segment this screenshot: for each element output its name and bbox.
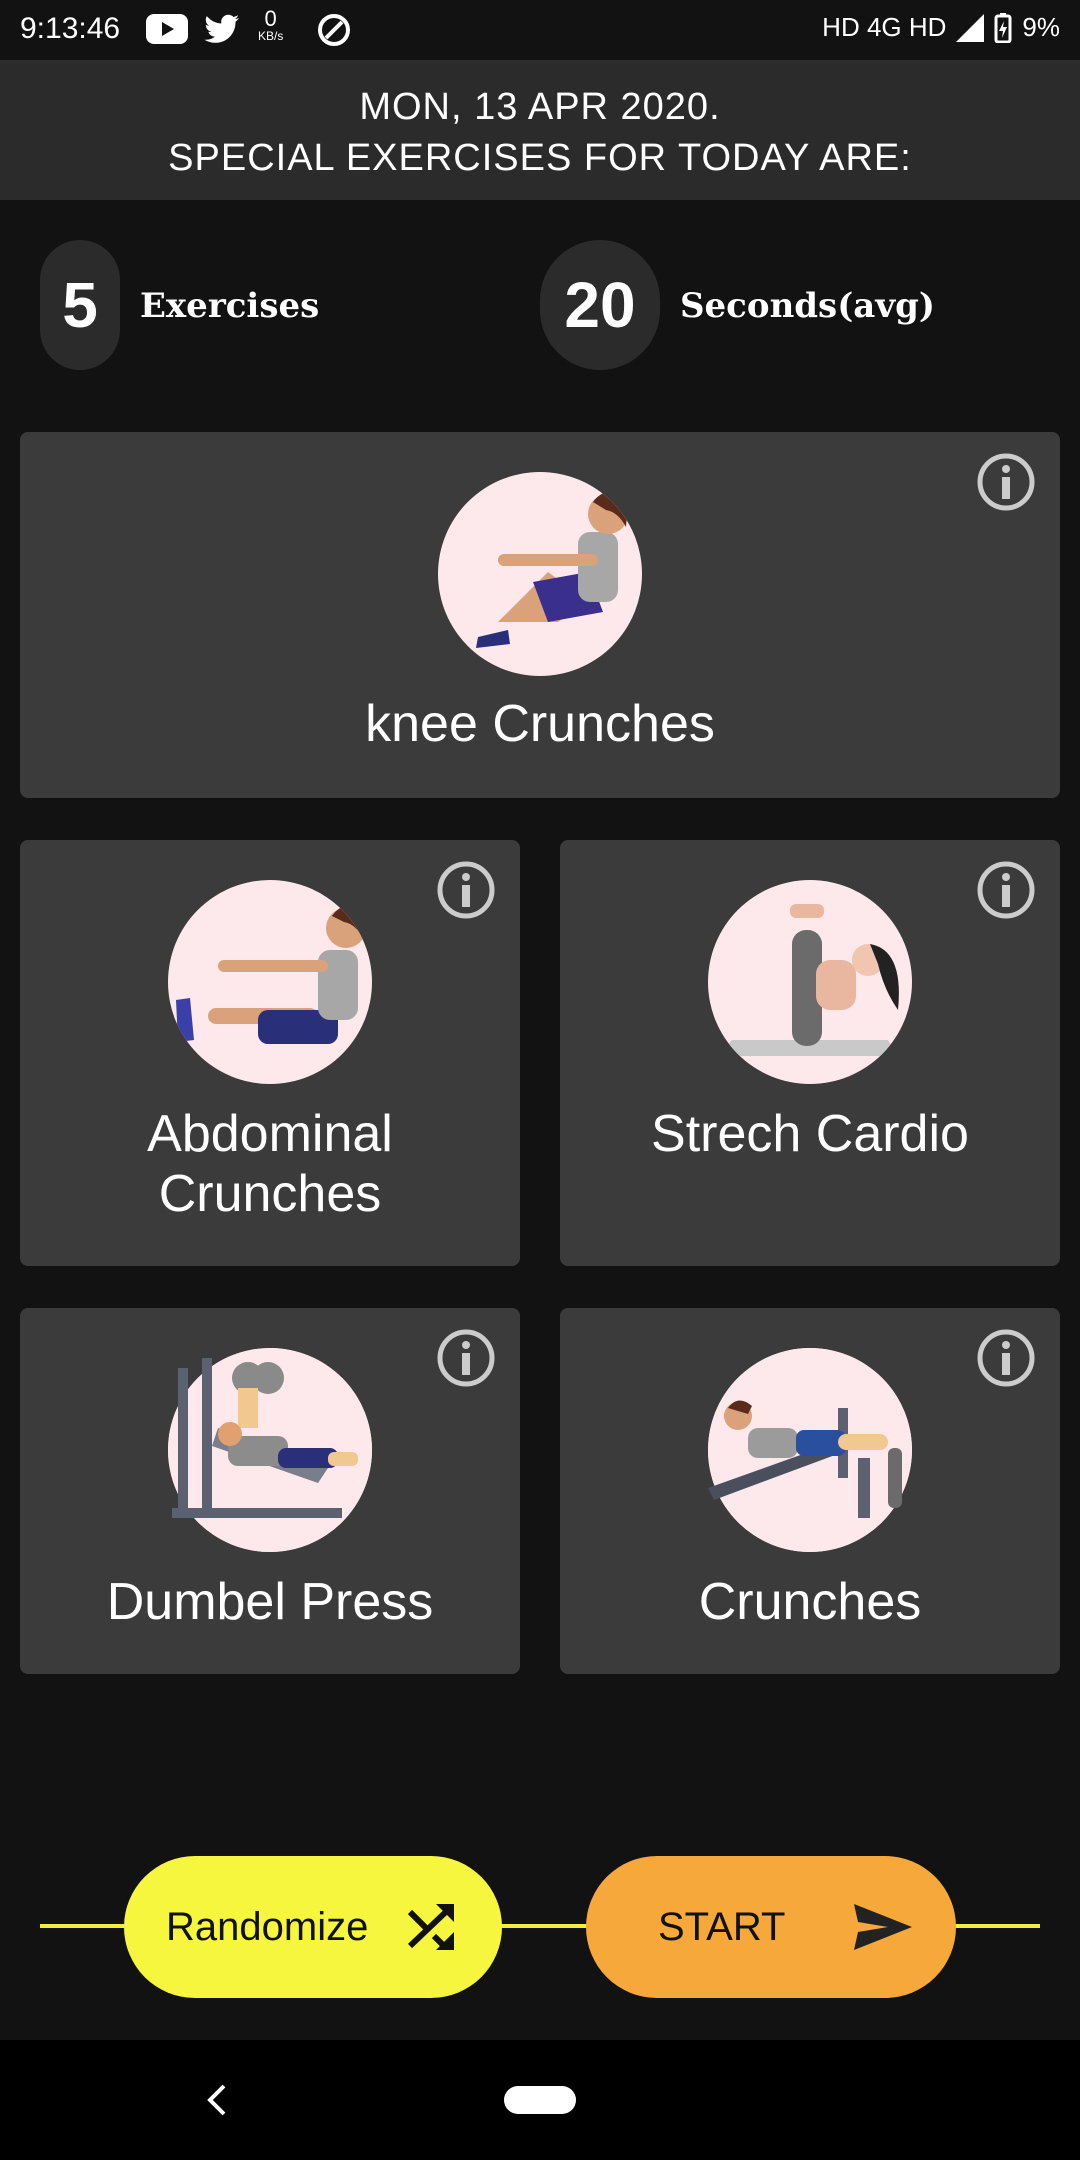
- divider-line-middle: [500, 1924, 600, 1928]
- status-right: HD 4G HD 9%: [822, 12, 1060, 43]
- shuffle-icon: [407, 1904, 454, 1951]
- exercise-title: Strech Cardio: [651, 1105, 969, 1163]
- exercise-title: knee Crunches: [365, 695, 715, 753]
- info-icon[interactable]: [976, 452, 1036, 512]
- header-date: MON, 13 APR 2020.: [359, 86, 721, 128]
- exercise-title: Dumbel Press: [106, 1573, 434, 1631]
- avg-seconds-badge: 20: [540, 240, 660, 370]
- info-icon[interactable]: [436, 1328, 496, 1388]
- info-icon[interactable]: [976, 860, 1036, 920]
- abdominal-crunch-figure: [168, 880, 372, 1084]
- send-icon: [854, 1904, 912, 1950]
- header-subtitle: SPECIAL EXERCISES FOR TODAY ARE:: [168, 137, 912, 179]
- status-bar: 9:13:46 0 KB/s HD 4G HD 9%: [0, 0, 1080, 60]
- randomize-button[interactable]: Randomize: [124, 1856, 502, 1998]
- randomize-label: Randomize: [166, 1904, 369, 1949]
- home-pill[interactable]: [504, 2086, 576, 2114]
- dumbbell-press-figure: [168, 1348, 372, 1552]
- battery-icon: [994, 12, 1012, 43]
- navigation-bar: [0, 2040, 1080, 2160]
- data-saver-icon: [318, 14, 350, 46]
- page-header: MON, 13 APR 2020. SPECIAL EXERCISES FOR …: [0, 60, 1080, 200]
- network-label: HD 4G HD: [822, 12, 947, 42]
- status-time: 9:13:46: [20, 12, 121, 45]
- battery-percent: 9%: [1022, 12, 1060, 42]
- exercise-card-dumbel-press[interactable]: Dumbel Press: [20, 1308, 520, 1674]
- start-button[interactable]: START: [586, 1856, 956, 1998]
- youtube-icon: [146, 14, 188, 44]
- exercise-count-label: Exercises: [140, 286, 320, 326]
- bench-crunch-figure: [708, 1348, 912, 1552]
- exercise-title: Crunches: [698, 1573, 922, 1631]
- exercise-card-abdominal-crunches[interactable]: Abdominal Crunches: [20, 840, 520, 1266]
- back-icon[interactable]: [206, 2082, 228, 2118]
- stretch-cardio-figure: [708, 880, 912, 1084]
- twitter-icon: [204, 14, 239, 43]
- network-speed: 0 KB/s: [258, 6, 284, 43]
- start-label: START: [658, 1904, 786, 1949]
- knee-crunch-figure: [438, 472, 642, 676]
- avg-seconds-label: Seconds(avg): [680, 286, 935, 326]
- signal-icon: [956, 13, 985, 42]
- exercise-count-badge: 5: [40, 240, 120, 370]
- info-icon[interactable]: [436, 860, 496, 920]
- exercise-title-line1: Abdominal: [147, 1105, 393, 1163]
- exercise-card-strech-cardio[interactable]: Strech Cardio: [560, 840, 1060, 1266]
- exercise-card-crunches[interactable]: Crunches: [560, 1308, 1060, 1674]
- exercise-card-knee-crunches[interactable]: knee Crunches: [20, 432, 1060, 798]
- exercise-title-line2: Crunches: [158, 1165, 382, 1223]
- info-icon[interactable]: [976, 1328, 1036, 1388]
